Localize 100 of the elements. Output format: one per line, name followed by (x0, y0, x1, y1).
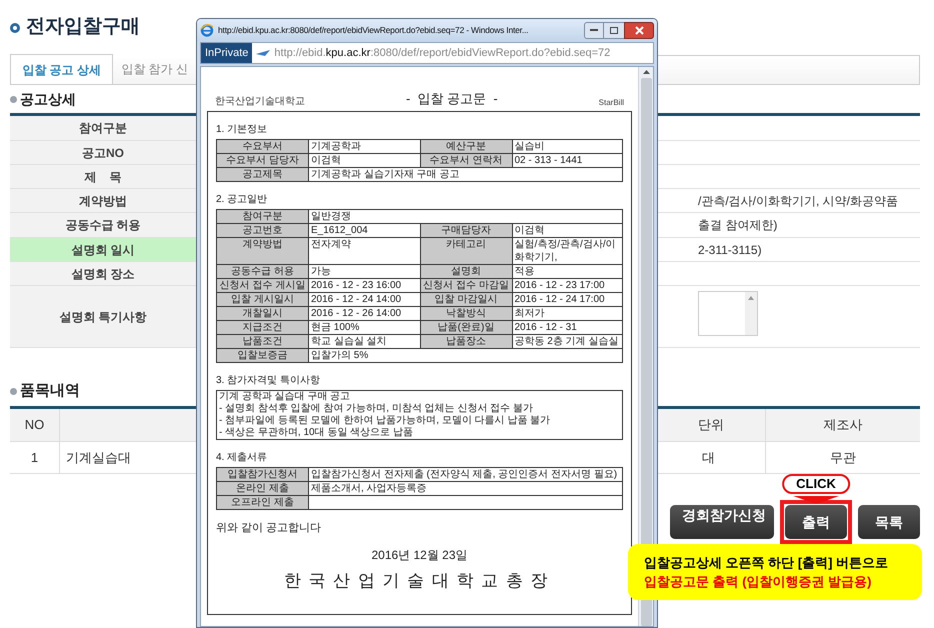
table-value: 기계공학과 (310, 140, 362, 152)
table-label: 구매담당자 (420, 224, 512, 236)
action-button[interactable]: 경회참가신청 (670, 505, 774, 539)
table-value: 입찰가의 5% (310, 348, 370, 362)
notes-line: 기계 공학과 실습대 구매 공고 (219, 390, 352, 402)
table-value: 제품소개서, 사업자등록증 (310, 482, 428, 494)
close-button[interactable] (624, 22, 654, 38)
inprivate-badge: InPrivate (201, 43, 252, 63)
close-icon (634, 26, 644, 34)
table-label: 낙찰방식 (420, 306, 512, 320)
minimize-button[interactable] (584, 22, 604, 38)
field-value: /관측/검사/이화학기기, 시약/화공약품 (698, 192, 898, 210)
table-value: 기계공학과 실습기자재 구매 공고 (310, 168, 460, 180)
table-value: 2016 - 12 - 23 16:00 (310, 278, 402, 292)
scroll-up-icon (642, 70, 650, 74)
notes-line: - 첨부파일에 등록된 모델에 한하여 납품가능하며, 모델이 다를시 납품 불가 (219, 414, 552, 426)
table-label: 납품(완료)일 (420, 320, 512, 334)
table-value: 현금 100% (310, 320, 360, 334)
field-label: 참여구분 (10, 116, 196, 141)
table-value: 2016 - 12 - 23 17:00 (514, 278, 606, 292)
table-label: 오프라인 제출 (217, 496, 309, 508)
table-label: 납품조건 (217, 334, 309, 348)
table-value: 공학동 2층 기계 실습실 (514, 334, 620, 348)
table-label: 지급조건 (217, 320, 309, 334)
table-label: 입찰참가신청서 (217, 468, 309, 480)
table-value: 가능 (310, 264, 332, 278)
table-label: 입찰 게시일시 (217, 292, 309, 306)
table-label: 계약방법 (217, 238, 309, 264)
table-value: 2016 - 12 - 24 14:00 (310, 292, 402, 306)
section-heading: 1. 기본정보 (215, 122, 268, 136)
signer-name: 한국산업기술대학교총장 (282, 570, 556, 592)
table-label: 개찰일시 (217, 306, 309, 320)
column-header: 단위 (658, 409, 766, 441)
note-line: 입찰공고상세 오픈쪽 하단 [출력] 버튼으로 (644, 554, 890, 572)
field-label: 설명회 일시 (10, 238, 196, 262)
table-value: 2016 - 12 - 31 (514, 320, 578, 334)
table-label: 공고번호 (217, 224, 309, 236)
tab[interactable]: 입찰 공고 상세 (10, 54, 114, 84)
field-label: 공동수급 허용 (10, 213, 196, 238)
action-button[interactable]: 목록 (858, 505, 920, 539)
table-label: 설명회 (420, 264, 512, 278)
section-title: 품목내역 (20, 380, 80, 401)
page-title: 전자입찰구매 (26, 15, 140, 40)
table-value: 이검혁 (310, 154, 342, 166)
section-heading: 2. 공고일반 (215, 192, 268, 206)
column-header: 제조사 (822, 416, 864, 434)
table-value: 전자계약 (310, 238, 352, 252)
section-heading: 4. 제출서류 (215, 450, 268, 464)
table-label: 수요부서 담당자 (217, 154, 309, 166)
table-value: 2016 - 12 - 24 17:00 (514, 292, 606, 306)
org-name: 한국산업기술대학교 (215, 94, 305, 108)
field-label: 제 목 (10, 165, 196, 189)
click-callout: CLICK (782, 474, 850, 494)
address-bar[interactable]: InPrivate http://ebid.kpu.ac.kr:8080/def/report/ebidViewReport.do?ebid.seq=72 (200, 42, 654, 64)
closing-text: 위와 같이 공고합니다 (215, 520, 322, 536)
table-cell: 대 (658, 442, 766, 473)
field-label: 계약방법 (10, 189, 196, 213)
action-button[interactable]: 출력 (785, 505, 847, 539)
note-line: 입찰공고문 출력 (입찰이행증권 발급용) (644, 573, 872, 591)
field-label: 설명회 특기사항 (10, 286, 196, 348)
table-label: 참여구분 (217, 210, 309, 222)
url-text: http://ebid.kpu.ac.kr:8080/def/report/ebidViewReport.do?ebid.seq=72 (274, 46, 610, 61)
table-value: 일반경쟁 (310, 210, 352, 222)
bullet-icon (10, 388, 17, 394)
table-label: 카테고리 (420, 238, 512, 264)
field-value: 2-311-3115) (698, 242, 762, 258)
table-value: 이검혁 (514, 224, 546, 236)
section-title: 공고상세 (20, 90, 76, 108)
table-cell: 1 (10, 442, 60, 473)
maximize-button[interactable] (604, 22, 624, 38)
table-value: 적용 (514, 264, 536, 278)
table-value: 02 - 313 - 1441 (514, 154, 584, 166)
table-cell-text: 무관 (829, 448, 857, 467)
table-value: 학교 실습실 설치 (310, 334, 388, 348)
browser-logo-icon (200, 23, 214, 37)
table-label: 공고제목 (217, 168, 309, 180)
table-label: 신청서 접수 게시일 (217, 278, 309, 292)
table-label: 공동수급 허용 (217, 264, 309, 278)
field-label: 공고NO (10, 141, 196, 165)
table-label: 수요부서 연락처 (420, 154, 512, 166)
table-value: 실습비 (514, 140, 546, 152)
table-value: 입찰참가신청서 전자제출 (전자양식 제출, 공인인증서 전자서명 필요) (310, 468, 618, 480)
table-label: 온라인 제출 (217, 482, 309, 494)
table-value: 2016 - 12 - 26 14:00 (310, 306, 402, 320)
title-bullet-icon (10, 22, 20, 32)
field-value: 출결 참여제한) (698, 217, 778, 234)
table-label: 수요부서 (217, 140, 309, 152)
brand-label: StarBill (598, 96, 624, 108)
notes-line: - 색상은 무관하며, 10대 동일 색상으로 납품 (219, 426, 414, 438)
report-title: - 입찰 공고문 - (406, 90, 498, 108)
table-label: 입찰보증금 (217, 348, 309, 362)
table-label: 납품장소 (420, 334, 512, 348)
bullet-icon (10, 96, 17, 102)
notes-line: - 설명회 참석후 입찰에 참여 가능하며, 미참석 업체는 신청서 접수 불가 (219, 402, 534, 414)
field-label: 설명회 장소 (10, 262, 196, 286)
table-label: 신청서 접수 마감일 (420, 278, 512, 292)
section-heading: 3. 참가자격및 특이사항 (215, 374, 321, 388)
column-header: NO (10, 409, 60, 441)
table-value: E_1612_004 (310, 224, 369, 236)
notice-date: 2016년 12월 23일 (370, 547, 469, 564)
